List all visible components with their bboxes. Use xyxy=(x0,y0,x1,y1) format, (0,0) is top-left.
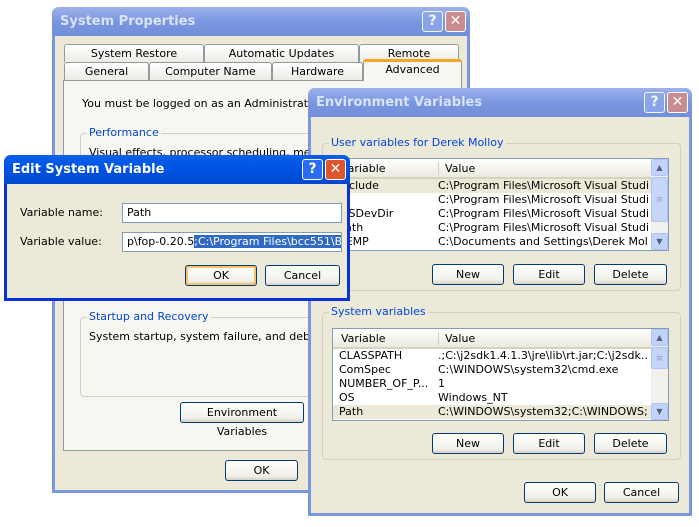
list-item[interactable]: Path C:\Program Files\Microsoft Visual St… xyxy=(333,221,668,235)
environment-variables-button[interactable]: Environment Variables xyxy=(180,402,304,438)
ok-button[interactable]: OK xyxy=(524,482,596,503)
variable-value: C:\Program Files\Microsoft Visual Studio… xyxy=(438,221,648,234)
variable-value: 1 xyxy=(438,377,445,390)
tab-advanced[interactable]: Advanced xyxy=(363,59,462,81)
variable-name: CLASSPATH xyxy=(339,349,403,362)
tab-automatic-updates[interactable]: Automatic Updates xyxy=(204,44,359,62)
scrollbar[interactable]: ▲ ≡ ▼ xyxy=(651,159,668,250)
list-item[interactable]: ComSpec C:\WINDOWS\system32\cmd.exe xyxy=(333,363,668,377)
close-button[interactable]: ✕ xyxy=(667,92,688,113)
tab-hardware[interactable]: Hardware xyxy=(272,62,363,80)
tab-general[interactable]: General xyxy=(64,62,149,80)
variable-value: .;C:\j2sdk1.4.1.3\jre\lib\rt.jar;C:\j2sd… xyxy=(438,349,648,362)
variable-name: MSDevDir xyxy=(339,207,394,220)
title-bar[interactable]: Environment Variables ? ✕ xyxy=(308,88,692,117)
user-variables-list[interactable]: Variable Value include C:\Program Files\Mi… xyxy=(332,158,669,251)
window-title: Edit System Variable xyxy=(12,162,165,177)
list-item[interactable]: C:\Program Files\Microsoft Visual Studio… xyxy=(333,193,668,207)
user-delete-button[interactable]: Delete xyxy=(594,264,667,285)
scrollbar[interactable]: ▲ ≡ ▼ xyxy=(651,329,668,420)
ok-button[interactable]: OK xyxy=(225,460,298,481)
variable-value: C:\WINDOWS\system32\cmd.exe xyxy=(438,363,619,376)
column-header-value[interactable]: Value xyxy=(438,162,475,175)
list-item[interactable]: TEMP C:\Documents and Settings\Derek Moll… xyxy=(333,235,668,249)
variable-value: Windows_NT xyxy=(438,391,508,404)
cancel-button[interactable]: Cancel xyxy=(604,482,679,503)
system-new-button[interactable]: New xyxy=(432,433,504,454)
system-variables-list[interactable]: Variable Value CLASSPATH .;C:\j2sdk1.4.1.3… xyxy=(332,328,669,421)
startup-label: Startup and Recovery xyxy=(87,310,211,323)
variable-value-input[interactable]: p\fop-0.20.5;C:\Program Files\bcc551\Bin xyxy=(122,232,342,252)
close-button[interactable]: ✕ xyxy=(445,11,466,32)
variable-name: NUMBER_OF_P... xyxy=(339,377,429,390)
variable-value-label: Variable value: xyxy=(20,235,102,248)
variable-value: C:\Documents and Settings\Derek Mollo... xyxy=(438,235,648,248)
tab-system-restore[interactable]: System Restore xyxy=(64,44,204,62)
performance-label: Performance xyxy=(87,126,161,139)
variable-value: C:\WINDOWS\system32;C:\WINDOWS;... xyxy=(438,405,648,418)
window-title: System Properties xyxy=(60,14,196,29)
user-variables-label: User variables for Derek Molloy xyxy=(329,136,506,149)
ok-button[interactable]: OK xyxy=(185,265,257,286)
list-item[interactable]: NUMBER_OF_P... 1 xyxy=(333,377,668,391)
value-text: p\fop-0.20.5 xyxy=(127,235,195,248)
list-item[interactable]: include C:\Program Files\Microsoft Visual… xyxy=(333,179,668,193)
variable-value: C:\Program Files\Microsoft Visual Studio… xyxy=(438,193,648,206)
help-button[interactable]: ? xyxy=(644,92,665,113)
variable-name: OS xyxy=(339,391,355,404)
close-button[interactable]: ✕ xyxy=(325,159,346,180)
list-item[interactable]: CLASSPATH .;C:\j2sdk1.4.1.3\jre\lib\rt.ja… xyxy=(333,349,668,363)
value-selected-text: ;C:\Program Files\bcc551\Bin xyxy=(194,235,341,248)
tab-computer-name[interactable]: Computer Name xyxy=(149,62,272,80)
title-bar[interactable]: Edit System Variable ? ✕ xyxy=(4,155,350,184)
system-delete-button[interactable]: Delete xyxy=(594,433,667,454)
variable-name: TEMP xyxy=(339,235,369,248)
system-edit-button[interactable]: Edit xyxy=(513,433,585,454)
variable-value: C:\Program Files\Microsoft Visual Studio… xyxy=(438,179,648,192)
variable-name-label: Variable name: xyxy=(20,206,103,219)
variable-name-input[interactable]: Path xyxy=(122,203,342,223)
variable-name: Path xyxy=(339,405,364,418)
cancel-button[interactable]: Cancel xyxy=(265,265,340,286)
variable-name: include xyxy=(339,179,379,192)
list-item[interactable]: MSDevDir C:\Program Files\Microsoft Visua… xyxy=(333,207,668,221)
column-header-value[interactable]: Value xyxy=(438,332,475,345)
system-variables-label: System variables xyxy=(329,305,428,318)
help-button[interactable]: ? xyxy=(422,11,443,32)
list-item[interactable]: OS Windows_NT xyxy=(333,391,668,405)
variable-name-value: Path xyxy=(127,206,152,219)
variable-name: Path xyxy=(339,221,364,234)
column-header-variable[interactable]: Variable xyxy=(341,332,386,345)
title-bar[interactable]: System Properties ? ✕ xyxy=(52,7,470,36)
user-new-button[interactable]: New xyxy=(432,264,504,285)
environment-variables-window: Environment Variables ? ✕ User variables… xyxy=(308,88,692,516)
user-edit-button[interactable]: Edit xyxy=(513,264,585,285)
variable-value: C:\Program Files\Microsoft Visual Studio… xyxy=(438,207,648,220)
edit-system-variable-dialog: Edit System Variable ? ✕ Variable name: … xyxy=(4,155,350,301)
variable-name: ComSpec xyxy=(339,363,391,376)
window-title: Environment Variables xyxy=(316,95,483,110)
list-item[interactable]: Path C:\WINDOWS\system32;C:\WINDOWS;... xyxy=(333,405,668,419)
help-button[interactable]: ? xyxy=(302,159,323,180)
